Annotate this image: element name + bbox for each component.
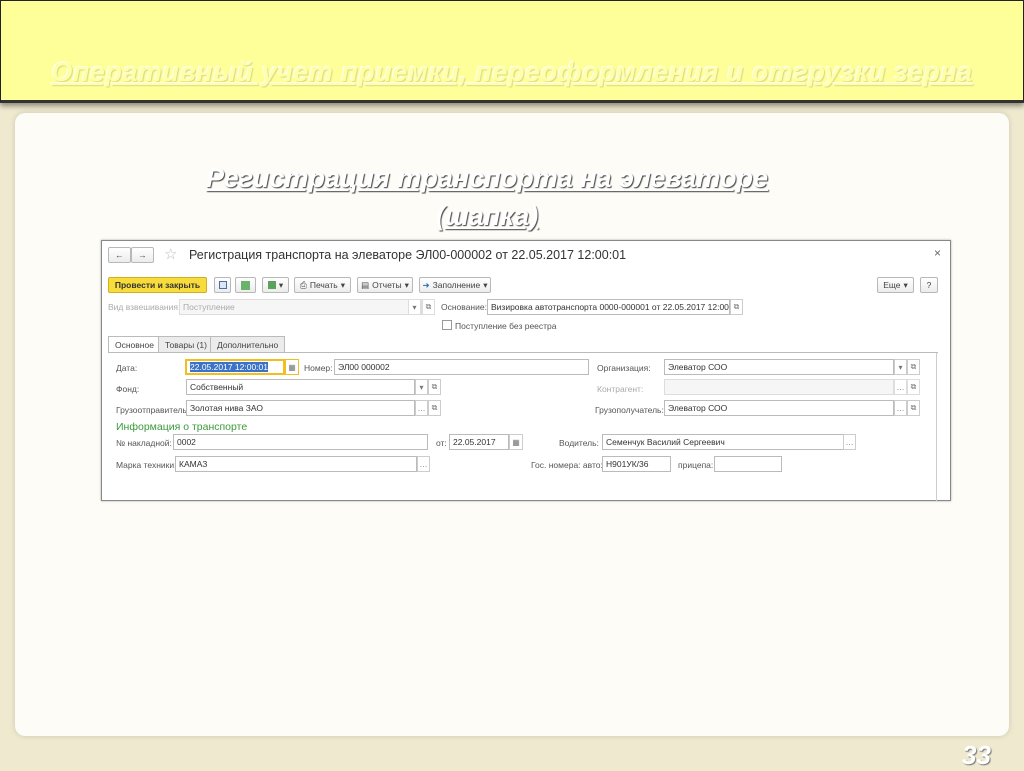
select-button[interactable]: … xyxy=(894,379,907,395)
tab-main[interactable]: Основное xyxy=(108,336,161,353)
vehicle-label: Марка техники: xyxy=(116,460,177,470)
trailer-field[interactable] xyxy=(714,456,782,472)
chevron-down-icon[interactable]: ▾ xyxy=(415,379,428,395)
post-and-close-button[interactable]: Провести и закрыть xyxy=(108,277,207,293)
no-registry-checkbox[interactable] xyxy=(442,320,452,330)
open-icon[interactable]: ⧉ xyxy=(730,299,743,315)
consignee-field[interactable]: Элеватор СОО xyxy=(664,400,894,416)
document-window: ← → ☆ Регистрация транспорта на элеватор… xyxy=(101,240,951,501)
fill-button[interactable]: ➜ Заполнение ▾ xyxy=(419,277,491,293)
print-label: Печать xyxy=(309,280,338,290)
date-label: Дата: xyxy=(116,363,138,373)
printer-icon: ⎙ xyxy=(300,279,307,290)
forward-button[interactable]: → xyxy=(131,247,154,263)
weigh-type-field[interactable]: Поступление xyxy=(179,299,422,315)
weigh-type-label: Вид взвешивания: xyxy=(108,302,181,312)
slide-heading: Регистрация транспорта на элеваторе xyxy=(205,163,769,193)
chevron-down-icon[interactable]: ▾ xyxy=(894,359,907,375)
close-icon[interactable]: × xyxy=(934,246,941,260)
fill-label: Заполнение xyxy=(432,280,481,290)
reports-button[interactable]: ▤ Отчеты ▾ xyxy=(357,277,413,293)
tab-goods[interactable]: Товары (1) xyxy=(158,336,214,353)
open-icon[interactable]: ⧉ xyxy=(907,400,920,416)
save-button[interactable] xyxy=(214,277,231,293)
fund-field[interactable]: Собственный xyxy=(186,379,415,395)
plate-field[interactable]: Н901УК/36 xyxy=(602,456,671,472)
open-icon[interactable]: ⧉ xyxy=(422,299,435,315)
counterparty-label: Контрагент: xyxy=(597,384,644,394)
number-field[interactable]: ЭЛ00 000002 xyxy=(334,359,589,375)
organization-field[interactable]: Элеватор СОО xyxy=(664,359,894,375)
counterparty-field[interactable] xyxy=(664,379,894,395)
more-label: Еще xyxy=(883,280,901,290)
number-label: Номер: xyxy=(304,363,333,373)
help-button[interactable]: ? xyxy=(920,277,938,293)
chevron-down-icon[interactable]: ▾ xyxy=(408,299,421,315)
from-label: от: xyxy=(436,438,447,448)
driver-label: Водитель: xyxy=(559,438,599,448)
vehicle-field[interactable]: КАМАЗ xyxy=(175,456,417,472)
window-title: Регистрация транспорта на элеваторе ЭЛ00… xyxy=(189,248,627,262)
favorite-star-icon[interactable]: ☆ xyxy=(164,245,177,263)
organization-label: Организация: xyxy=(597,363,651,373)
trailer-label: прицепа: xyxy=(678,460,714,470)
slide-banner: Оперативный учет приемки, переоформления… xyxy=(0,0,1024,103)
post-icon xyxy=(241,280,250,290)
more-button[interactable]: Еще ▾ xyxy=(877,277,914,293)
back-button[interactable]: ← xyxy=(108,247,131,263)
driver-field[interactable]: Семенчук Василий Сергеевич xyxy=(602,434,844,450)
waybill-date-field[interactable]: 22.05.2017 xyxy=(449,434,509,450)
calendar-icon[interactable]: ▦ xyxy=(509,434,523,450)
scrollbar[interactable] xyxy=(936,353,937,501)
report-icon: ▤ xyxy=(361,279,370,290)
waybill-label: № накладной: xyxy=(116,438,172,448)
save-icon xyxy=(218,281,227,289)
transport-section-title: Информация о транспорте xyxy=(116,421,248,433)
open-icon[interactable]: ⧉ xyxy=(428,379,441,395)
no-registry-label: Поступление без реестра xyxy=(455,321,557,331)
shipper-field[interactable]: Золотая нива ЗАО xyxy=(186,400,415,416)
date-field[interactable]: 22.05.2017 12:00:01 xyxy=(185,359,285,375)
calendar-icon[interactable]: ▦ xyxy=(285,359,299,375)
create-based-on-button[interactable]: ▾ xyxy=(262,277,289,293)
fill-icon: ➜ xyxy=(422,279,430,290)
post-button[interactable] xyxy=(235,277,256,293)
banner-title: Оперативный учет приемки, переоформления… xyxy=(51,57,973,87)
open-icon[interactable]: ⧉ xyxy=(907,379,920,395)
waybill-field[interactable]: 0002 xyxy=(173,434,428,450)
tab-divider xyxy=(108,352,938,353)
open-icon[interactable]: ⧉ xyxy=(907,359,920,375)
plate-label: Гос. номера: авто: xyxy=(531,460,603,470)
select-button[interactable]: … xyxy=(843,434,856,450)
tab-additional[interactable]: Дополнительно xyxy=(210,336,286,353)
print-button[interactable]: ⎙ Печать ▾ xyxy=(294,277,351,293)
open-icon[interactable]: ⧉ xyxy=(428,400,441,416)
fund-label: Фонд: xyxy=(116,384,140,394)
consignee-label: Грузополучатель: xyxy=(595,405,664,415)
create-based-icon xyxy=(267,281,276,289)
select-button[interactable]: … xyxy=(894,400,907,416)
date-value: 22.05.2017 12:00:01 xyxy=(190,362,268,372)
slide-subheading: (шапка) xyxy=(435,201,539,231)
shipper-label: Грузоотправитель: xyxy=(116,405,190,415)
reports-label: Отчеты xyxy=(372,280,402,290)
basis-field[interactable]: Визировка автотранспорта 0000-000001 от … xyxy=(487,299,730,315)
select-button[interactable]: … xyxy=(415,400,428,416)
basis-label: Основание: xyxy=(441,302,487,312)
select-button[interactable]: … xyxy=(417,456,430,472)
page-number: 33 xyxy=(962,740,991,770)
